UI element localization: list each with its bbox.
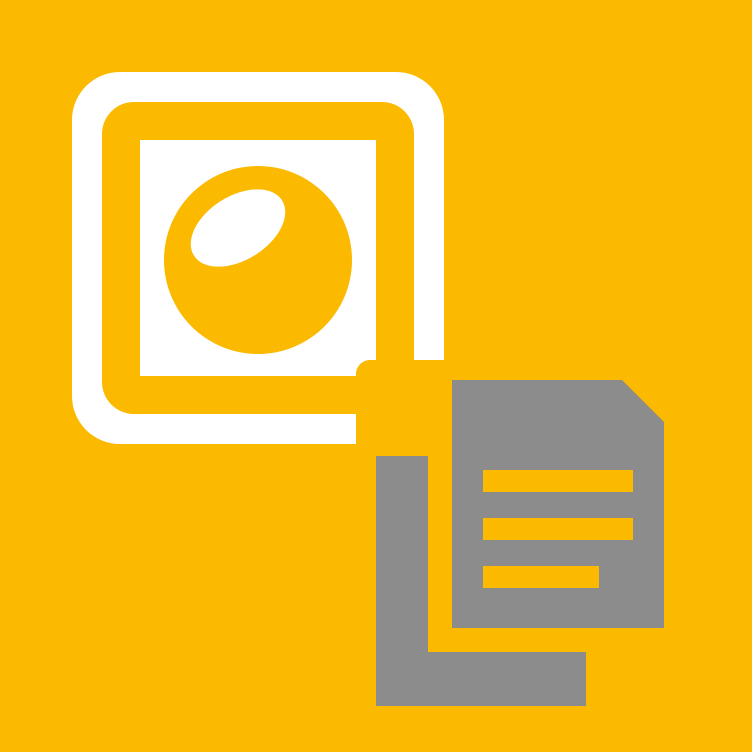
- document-line-1: [483, 470, 633, 492]
- copy-documents-icon: [356, 360, 688, 710]
- app-icon: [0, 0, 752, 752]
- document-line-3: [483, 566, 599, 588]
- document-line-2: [483, 518, 633, 540]
- app-icon-graphic: [0, 0, 752, 752]
- front-document: [452, 380, 664, 628]
